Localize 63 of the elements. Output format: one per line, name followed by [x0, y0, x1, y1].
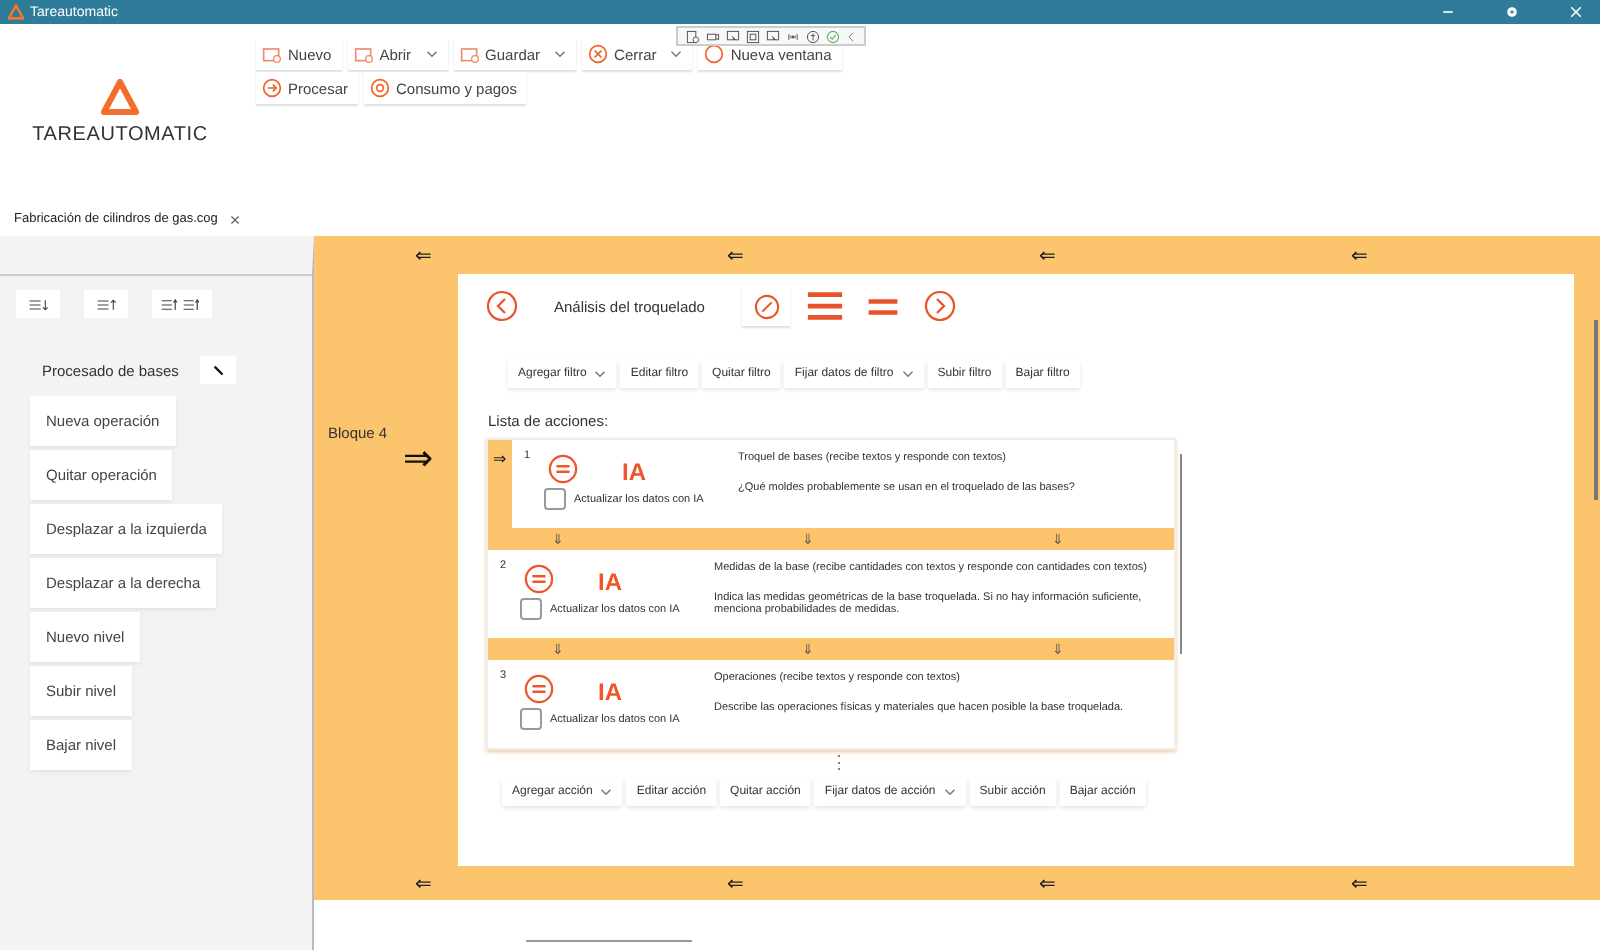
arrow-circle-icon	[262, 78, 282, 98]
restore-icon[interactable]	[1504, 4, 1520, 20]
chevron-icon	[600, 788, 613, 796]
chevron-icon	[670, 50, 683, 58]
checkbox[interactable]	[520, 598, 542, 620]
right-arrow: ⇒	[403, 444, 434, 472]
ai-label: IA	[598, 678, 622, 706]
checkbox[interactable]	[544, 488, 566, 510]
left-arrow[interactable]: ⇐	[720, 243, 750, 267]
left-arrow[interactable]: ⇐	[1032, 871, 1062, 895]
next-icon[interactable]	[924, 290, 957, 322]
logo-icon	[98, 78, 142, 118]
equals-icon	[524, 564, 554, 594]
more-icon[interactable]: ⋮	[830, 752, 1574, 772]
left-arrow[interactable]: ⇐	[408, 871, 438, 895]
checkbox[interactable]	[520, 708, 542, 730]
pointer-icon[interactable]	[766, 29, 780, 43]
slash-circle-icon	[753, 293, 780, 319]
sort-up-icon	[160, 297, 204, 311]
sort-all-button[interactable]	[152, 290, 212, 318]
close-icon	[588, 44, 609, 64]
sort-down-button[interactable]	[16, 290, 60, 318]
logo-text: TAREAUTOMATIC	[32, 124, 208, 146]
left-arrow[interactable]: ⇐	[1032, 243, 1062, 267]
check-icon[interactable]	[826, 29, 840, 43]
pointer-icon[interactable]	[726, 29, 740, 43]
left-arrow[interactable]: ⇐	[720, 871, 750, 895]
camera-icon[interactable]	[706, 29, 720, 43]
action-item[interactable]	[488, 550, 1174, 638]
equals-icon	[524, 674, 554, 704]
document-icon	[353, 44, 374, 64]
frame-icon[interactable]	[746, 29, 760, 43]
left-arrow[interactable]: ⇐	[1344, 871, 1374, 895]
sort-up-button[interactable]	[84, 290, 128, 318]
document-icon	[459, 44, 480, 64]
logo-icon	[8, 4, 24, 20]
equals-icon	[548, 454, 578, 484]
equals-icon[interactable]	[866, 297, 901, 315]
menu-icon[interactable]	[806, 290, 845, 322]
chevron-icon	[594, 370, 607, 378]
pen-icon	[211, 363, 226, 377]
accessibility-icon[interactable]	[806, 29, 820, 43]
disable-button[interactable]	[742, 286, 791, 326]
sort-down-icon	[27, 297, 49, 311]
sort-up-icon	[95, 297, 117, 311]
ai-label: IA	[622, 458, 646, 486]
document-icon	[262, 44, 282, 64]
edit-button[interactable]	[200, 356, 237, 384]
chevron-icon	[554, 50, 567, 58]
chevron-icon	[901, 370, 914, 378]
previous-icon[interactable]	[486, 290, 518, 322]
chevron-icon	[425, 50, 438, 58]
circle-icon	[704, 44, 725, 64]
left-arrow[interactable]: ⇐	[408, 243, 438, 267]
ai-label: IA	[598, 568, 622, 596]
coin-icon	[370, 78, 391, 98]
signal-icon[interactable]	[786, 29, 800, 43]
settings-icon[interactable]	[686, 29, 700, 43]
chevron-icon	[943, 788, 956, 796]
left-arrow[interactable]: ⇐	[1344, 243, 1374, 267]
close-icon[interactable]	[1568, 4, 1584, 20]
current-marker: ⇒	[493, 450, 507, 468]
chevron-icon[interactable]	[846, 29, 856, 43]
